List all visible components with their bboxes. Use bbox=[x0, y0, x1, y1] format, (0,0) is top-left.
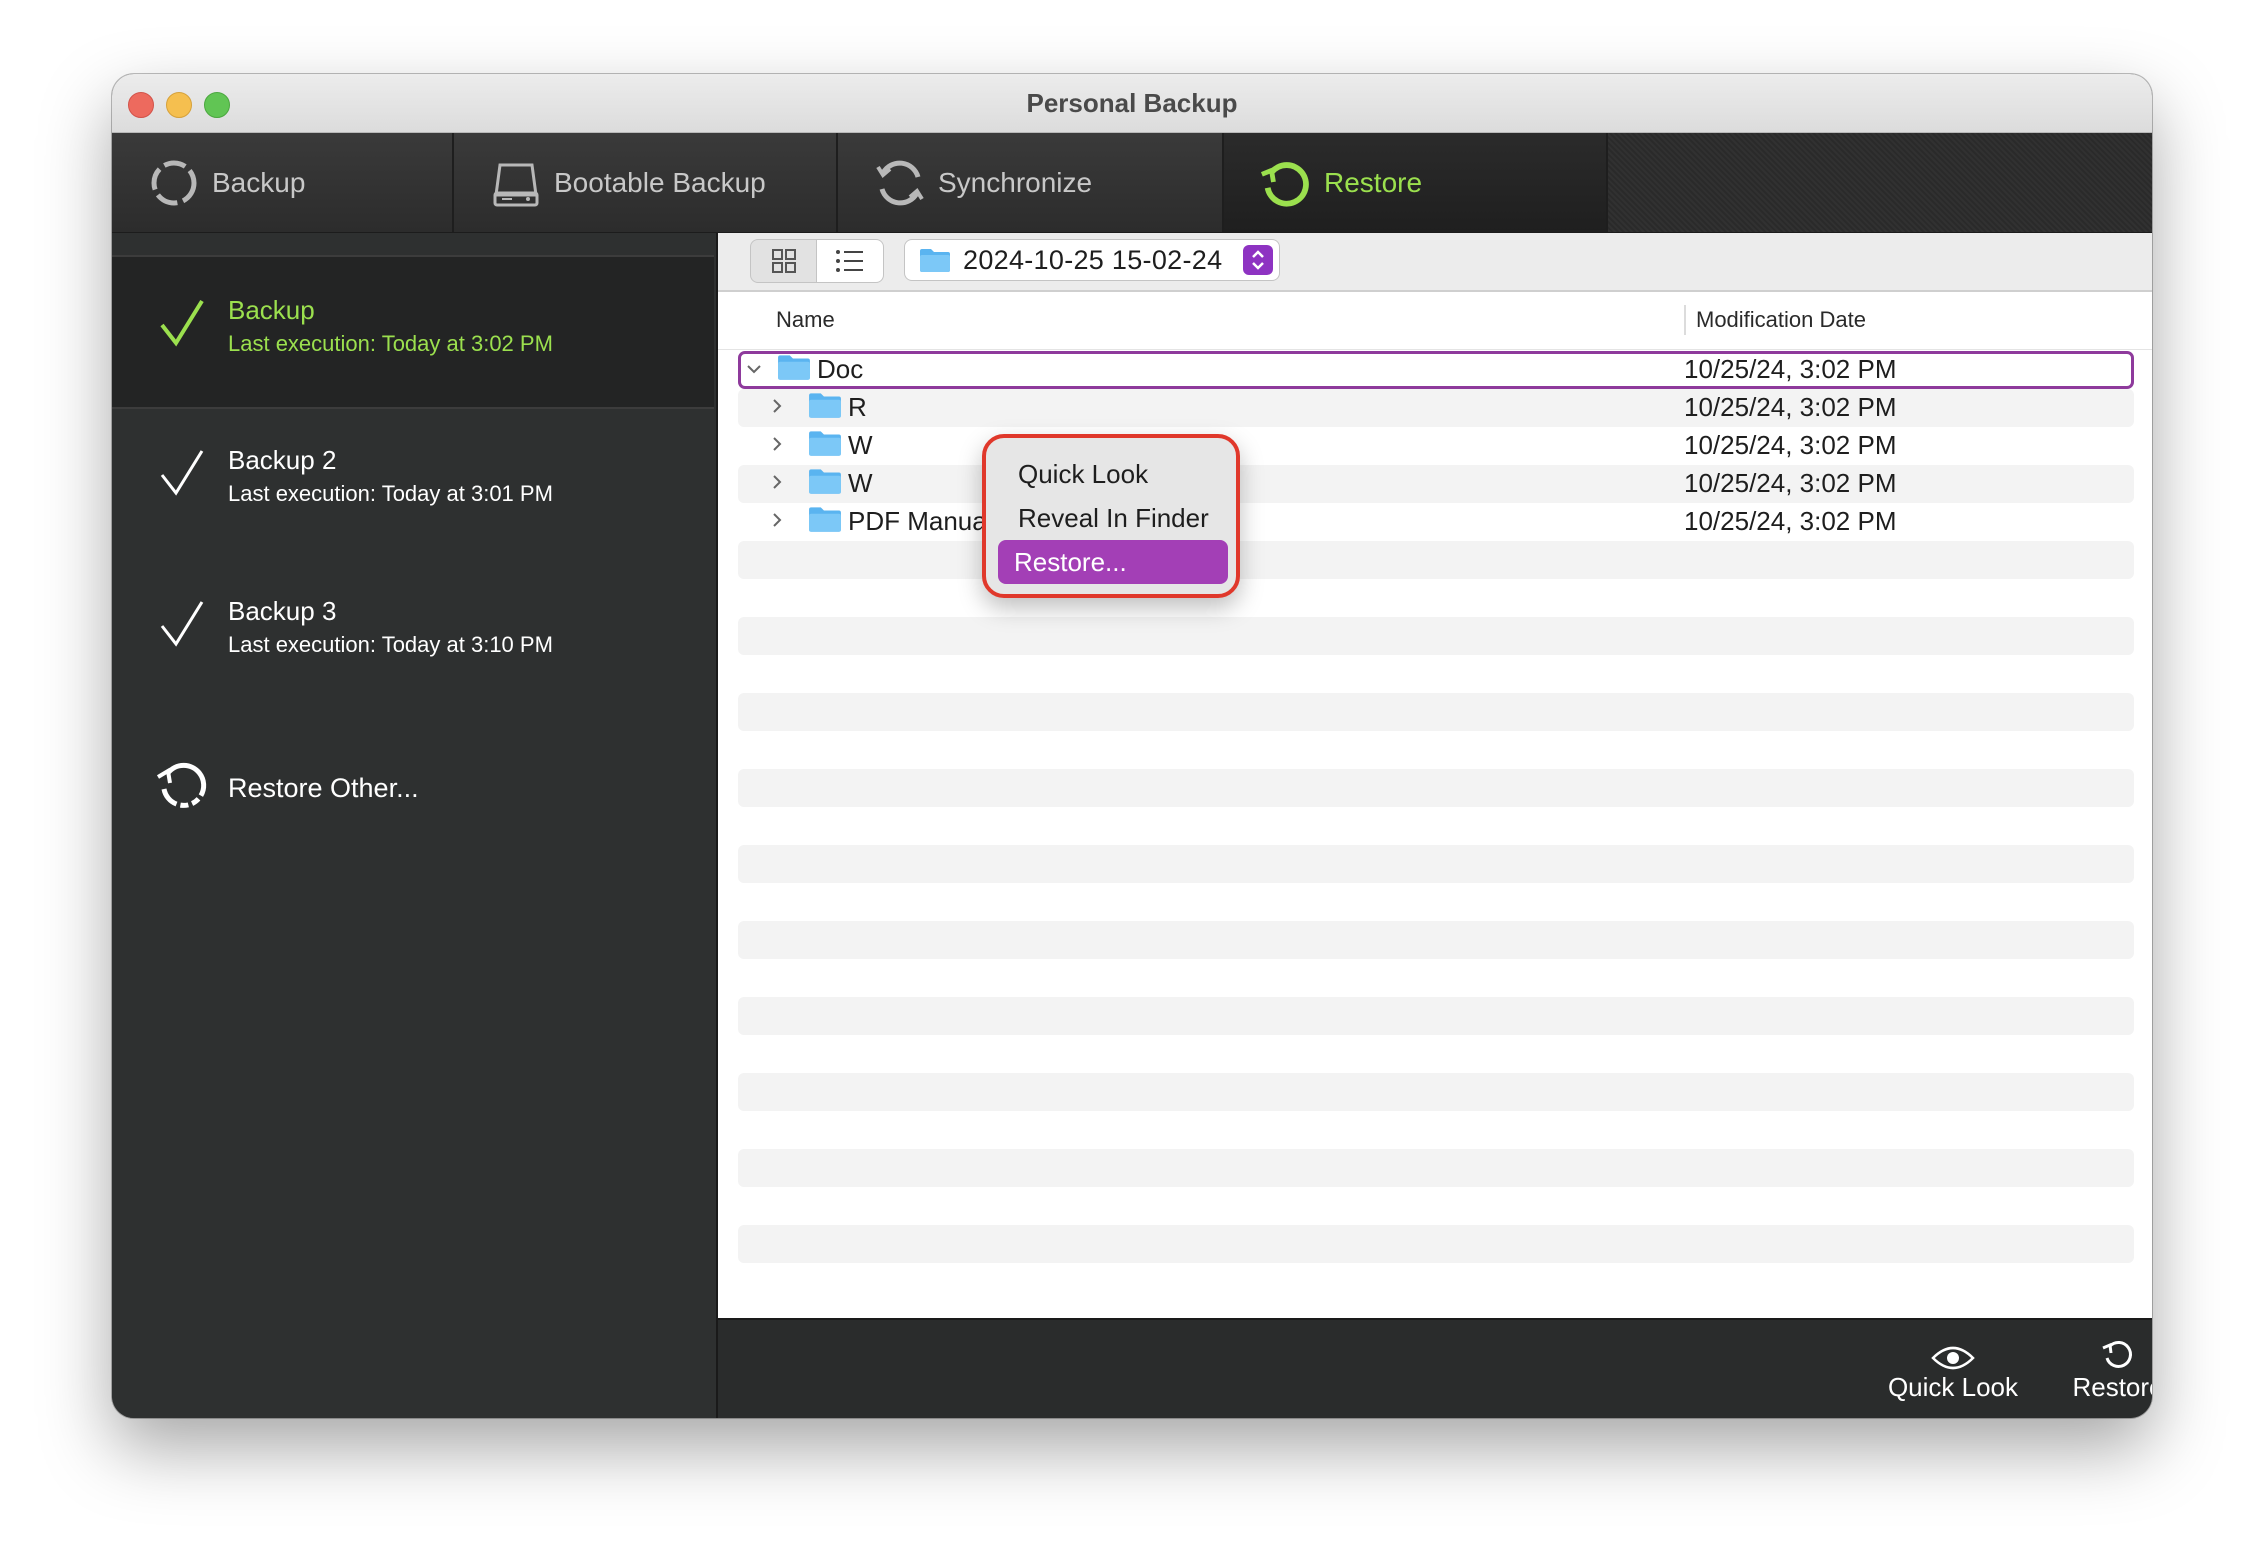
sidebar-item-backup-3[interactable]: Backup 3 Last execution: Today at 3:10 P… bbox=[112, 558, 714, 708]
sidebar-item-name: Backup 3 bbox=[228, 596, 337, 626]
restore-icon bbox=[1258, 155, 1314, 211]
grid-view-button[interactable] bbox=[750, 239, 818, 283]
sidebar-item-last-execution: Last execution: Today at 3:02 PM bbox=[228, 331, 553, 356]
sidebar: Backup Last execution: Today at 3:02 PM … bbox=[112, 233, 718, 1418]
tab-bootable-backup-label: Bootable Backup bbox=[554, 166, 766, 198]
empty-row bbox=[738, 1225, 2134, 1263]
column-name-header[interactable]: Name bbox=[776, 307, 835, 333]
row-date: 10/25/24, 3:02 PM bbox=[1684, 506, 1897, 536]
table-row[interactable]: PDF Manuals for X9 10/25/24, 3:02 PM bbox=[738, 503, 2134, 541]
menu-item-quick-look[interactable]: Quick Look bbox=[1002, 452, 1232, 496]
tab-bootable-backup[interactable]: Bootable Backup bbox=[454, 133, 838, 232]
snapshot-value: 2024-10-25 15-02-24 bbox=[963, 244, 1223, 275]
empty-row bbox=[738, 769, 2134, 807]
row-name: Doc bbox=[817, 354, 864, 384]
sidebar-item-last-execution: Last execution: Today at 3:01 PM bbox=[228, 481, 553, 506]
file-browser: 2024-10-25 15-02-24 Name Modification Da… bbox=[718, 233, 2152, 1320]
empty-row bbox=[738, 845, 2134, 883]
folder-icon bbox=[920, 249, 950, 272]
sidebar-item-backup-2[interactable]: Backup 2 Last execution: Today at 3:01 P… bbox=[112, 407, 714, 557]
column-header: Name Modification Date bbox=[718, 293, 2152, 350]
row-date: 10/25/24, 3:02 PM bbox=[1684, 392, 1897, 422]
empty-row bbox=[738, 921, 2134, 959]
empty-row bbox=[738, 693, 2134, 731]
sync-icon bbox=[872, 155, 928, 211]
chevron-down-icon[interactable] bbox=[745, 360, 763, 378]
title-bar: Personal Backup bbox=[112, 74, 2152, 133]
sidebar-item-last-execution: Last execution: Today at 3:10 PM bbox=[228, 632, 553, 657]
window-title: Personal Backup bbox=[1026, 88, 1238, 118]
sidebar-item-name: Backup bbox=[228, 295, 315, 325]
grid-view-icon bbox=[772, 249, 796, 273]
checkmark-icon bbox=[160, 450, 204, 496]
folder-icon bbox=[809, 431, 841, 456]
folder-icon bbox=[809, 507, 841, 532]
empty-row bbox=[738, 1073, 2134, 1111]
context-menu: Quick Look Reveal In Finder Restore... bbox=[982, 434, 1240, 598]
checkmark-icon bbox=[160, 601, 204, 647]
tab-restore[interactable]: Restore bbox=[1224, 133, 1608, 232]
table-row[interactable]: R 10/25/24, 3:02 PM bbox=[738, 389, 2134, 427]
empty-row bbox=[738, 1149, 2134, 1187]
restore-button[interactable]: Restore bbox=[2058, 1332, 2152, 1403]
row-date: 10/25/24, 3:02 PM bbox=[1684, 354, 1897, 384]
tab-backup-label: Backup bbox=[212, 166, 306, 198]
backup-icon bbox=[146, 155, 202, 211]
restore-other-label: Restore Other... bbox=[228, 773, 419, 803]
chevron-right-icon[interactable] bbox=[768, 435, 786, 453]
restore-icon bbox=[156, 762, 207, 808]
tab-restore-label: Restore bbox=[1324, 166, 1423, 198]
chevron-right-icon[interactable] bbox=[768, 511, 786, 529]
menu-item-restore[interactable]: Restore... bbox=[998, 540, 1228, 584]
eye-icon bbox=[1858, 1332, 2048, 1372]
folder-icon bbox=[778, 355, 810, 380]
table-row[interactable]: W 10/25/24, 3:02 PM bbox=[738, 465, 2134, 503]
row-date: 10/25/24, 3:02 PM bbox=[1684, 468, 1897, 498]
chevron-updown-icon bbox=[1243, 245, 1273, 275]
toolbar: Backup Bootable Backup Synchronize Resto… bbox=[112, 133, 2152, 233]
quick-look-button[interactable]: Quick Look bbox=[1858, 1332, 2048, 1403]
quick-look-label: Quick Look bbox=[1887, 1372, 2019, 1402]
row-name: W bbox=[848, 468, 873, 498]
row-name: R bbox=[848, 392, 867, 422]
list-view-button[interactable] bbox=[816, 239, 884, 283]
empty-row bbox=[738, 541, 2134, 579]
folder-icon bbox=[809, 469, 841, 494]
chevron-right-icon[interactable] bbox=[768, 473, 786, 491]
sidebar-item-restore-other[interactable]: Restore Other... bbox=[112, 723, 714, 873]
checkmark-icon bbox=[160, 299, 204, 347]
column-date-header[interactable]: Modification Date bbox=[1696, 307, 1866, 333]
browser-toolbar: 2024-10-25 15-02-24 bbox=[718, 233, 2152, 292]
file-list: Doc 10/25/24, 3:02 PM R 10/25/24, 3:02 P… bbox=[738, 351, 2134, 1263]
app-window: Personal Backup Backup Bootable Backup S… bbox=[112, 74, 2152, 1418]
sidebar-item-name: Backup 2 bbox=[228, 445, 337, 475]
tab-backup[interactable]: Backup bbox=[112, 133, 454, 232]
chevron-right-icon[interactable] bbox=[768, 397, 786, 415]
folder-icon bbox=[809, 393, 841, 418]
table-row[interactable]: W 10/25/24, 3:02 PM bbox=[738, 427, 2134, 465]
table-row[interactable]: Doc 10/25/24, 3:02 PM bbox=[738, 351, 2134, 389]
snapshot-selector[interactable]: 2024-10-25 15-02-24 bbox=[904, 239, 1280, 281]
sidebar-item-backup[interactable]: Backup Last execution: Today at 3:02 PM bbox=[112, 255, 714, 409]
tab-synchronize[interactable]: Synchronize bbox=[838, 133, 1224, 232]
column-divider[interactable] bbox=[1684, 305, 1686, 335]
empty-row bbox=[738, 997, 2134, 1035]
restore-icon bbox=[2058, 1332, 2152, 1372]
list-view-icon bbox=[836, 250, 863, 272]
empty-row bbox=[738, 617, 2134, 655]
tab-synchronize-label: Synchronize bbox=[938, 166, 1093, 198]
menu-item-reveal-in-finder[interactable]: Reveal In Finder bbox=[1002, 496, 1232, 540]
row-date: 10/25/24, 3:02 PM bbox=[1684, 430, 1897, 460]
restore-label: Restore bbox=[2072, 1372, 2152, 1402]
bottom-bar: Quick Look Restore bbox=[718, 1318, 2152, 1418]
row-name: W bbox=[848, 430, 873, 460]
drive-icon bbox=[488, 155, 544, 211]
